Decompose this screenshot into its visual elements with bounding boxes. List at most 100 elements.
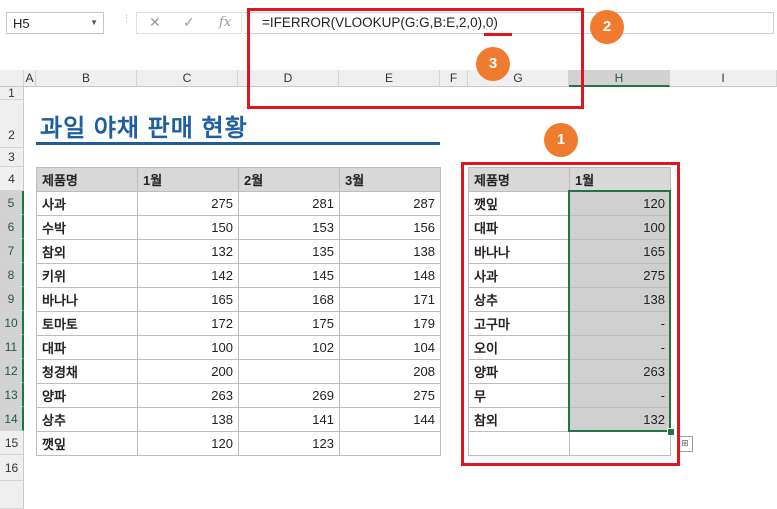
product-cell[interactable]: 사과 [468,263,570,288]
product-cell[interactable]: 바나나 [36,287,138,312]
value-cell[interactable]: 208 [339,359,441,384]
insert-function-icon[interactable]: fx [219,15,231,30]
value-cell[interactable]: 138 [137,407,239,432]
value-cell[interactable]: 142 [137,263,239,288]
product-cell[interactable]: 청경채 [36,359,138,384]
value-cell[interactable]: 145 [238,263,340,288]
column-header-f[interactable]: F [440,70,468,87]
value-cell[interactable]: 275 [339,383,441,408]
column-header-e[interactable]: E [339,70,440,87]
value-cell[interactable]: 172 [137,311,239,336]
enter-icon[interactable]: ✓ [183,14,195,31]
header-cell[interactable]: 1월 [137,167,239,192]
row-header[interactable]: 9 [0,287,24,311]
product-cell[interactable]: 깻잎 [36,431,138,456]
select-all-corner[interactable] [0,70,24,87]
result-cell[interactable]: 275 [569,263,671,288]
header-cell[interactable]: 제품명 [468,167,570,192]
column-header-d[interactable]: D [238,70,339,87]
value-cell[interactable]: 120 [137,431,239,456]
row-header[interactable]: 2 [0,100,24,148]
value-cell[interactable]: 104 [339,335,441,360]
row-header[interactable]: 6 [0,215,24,239]
product-cell[interactable]: 오이 [468,335,570,360]
header-cell[interactable]: 1월 [569,167,671,192]
value-cell[interactable]: 141 [238,407,340,432]
result-cell[interactable]: - [569,311,671,336]
row-header[interactable]: 1 [0,87,24,100]
row-header[interactable]: 5 [0,191,24,215]
product-cell[interactable]: 대파 [468,215,570,240]
product-cell[interactable]: 무 [468,383,570,408]
column-header-h[interactable]: H [569,70,670,87]
result-cell[interactable] [569,431,671,456]
header-cell[interactable]: 2월 [238,167,340,192]
product-cell[interactable]: 깻잎 [468,191,570,216]
value-cell[interactable] [339,431,441,456]
column-header-c[interactable]: C [137,70,238,87]
value-cell[interactable]: 100 [137,335,239,360]
column-header-a[interactable]: A [24,70,36,87]
row-header[interactable]: 15 [0,431,24,455]
fill-handle[interactable] [667,428,675,436]
value-cell[interactable]: 275 [137,191,239,216]
row-header[interactable]: 8 [0,263,24,287]
result-cell[interactable]: 132 [569,407,671,432]
column-header-b[interactable]: B [36,70,137,87]
result-cell[interactable]: 263 [569,359,671,384]
header-cell[interactable]: 제품명 [36,167,138,192]
result-cell[interactable]: - [569,335,671,360]
product-cell[interactable]: 바나나 [468,239,570,264]
name-box[interactable]: H5 ▼ [6,12,104,34]
product-cell[interactable]: 양파 [468,359,570,384]
value-cell[interactable]: 175 [238,311,340,336]
column-header-i[interactable]: I [670,70,777,87]
row-header[interactable]: 7 [0,239,24,263]
result-cell[interactable]: 165 [569,239,671,264]
formula-input[interactable]: =IFERROR(VLOOKUP(G:G,B:E,2,0),0) [244,12,774,34]
value-cell[interactable]: 144 [339,407,441,432]
row-header[interactable]: 10 [0,311,24,335]
product-cell[interactable]: 대파 [36,335,138,360]
product-cell[interactable]: 고구마 [468,311,570,336]
value-cell[interactable]: 153 [238,215,340,240]
product-cell[interactable]: 양파 [36,383,138,408]
quick-analysis-icon[interactable]: ⊞ [677,436,693,452]
value-cell[interactable]: 150 [137,215,239,240]
product-cell[interactable]: 사과 [36,191,138,216]
row-header[interactable]: 11 [0,335,24,359]
row-header[interactable]: 16 [0,455,24,481]
value-cell[interactable]: 269 [238,383,340,408]
row-header[interactable]: 12 [0,359,24,383]
row-header[interactable] [0,481,24,509]
product-cell[interactable]: 키위 [36,263,138,288]
value-cell[interactable]: 148 [339,263,441,288]
value-cell[interactable]: 281 [238,191,340,216]
result-cell[interactable]: 120 [569,191,671,216]
result-cell[interactable]: 138 [569,287,671,312]
value-cell[interactable]: 263 [137,383,239,408]
value-cell[interactable]: 156 [339,215,441,240]
value-cell[interactable]: 200 [137,359,239,384]
product-cell[interactable]: 상추 [36,407,138,432]
value-cell[interactable]: 168 [238,287,340,312]
value-cell[interactable]: 138 [339,239,441,264]
result-cell[interactable]: - [569,383,671,408]
value-cell[interactable]: 102 [238,335,340,360]
value-cell[interactable] [238,359,340,384]
row-header[interactable]: 13 [0,383,24,407]
header-cell[interactable]: 3월 [339,167,441,192]
cancel-icon[interactable]: ✕ [149,14,161,31]
product-cell[interactable] [468,431,570,456]
product-cell[interactable]: 수박 [36,215,138,240]
sheet-title[interactable]: 과일 야채 판매 현황 [40,108,248,143]
product-cell[interactable]: 참외 [468,407,570,432]
value-cell[interactable]: 165 [137,287,239,312]
value-cell[interactable]: 135 [238,239,340,264]
value-cell[interactable]: 287 [339,191,441,216]
product-cell[interactable]: 토마토 [36,311,138,336]
product-cell[interactable]: 상추 [468,287,570,312]
row-header[interactable]: 4 [0,167,24,191]
row-header[interactable]: 3 [0,148,24,167]
result-cell[interactable]: 100 [569,215,671,240]
